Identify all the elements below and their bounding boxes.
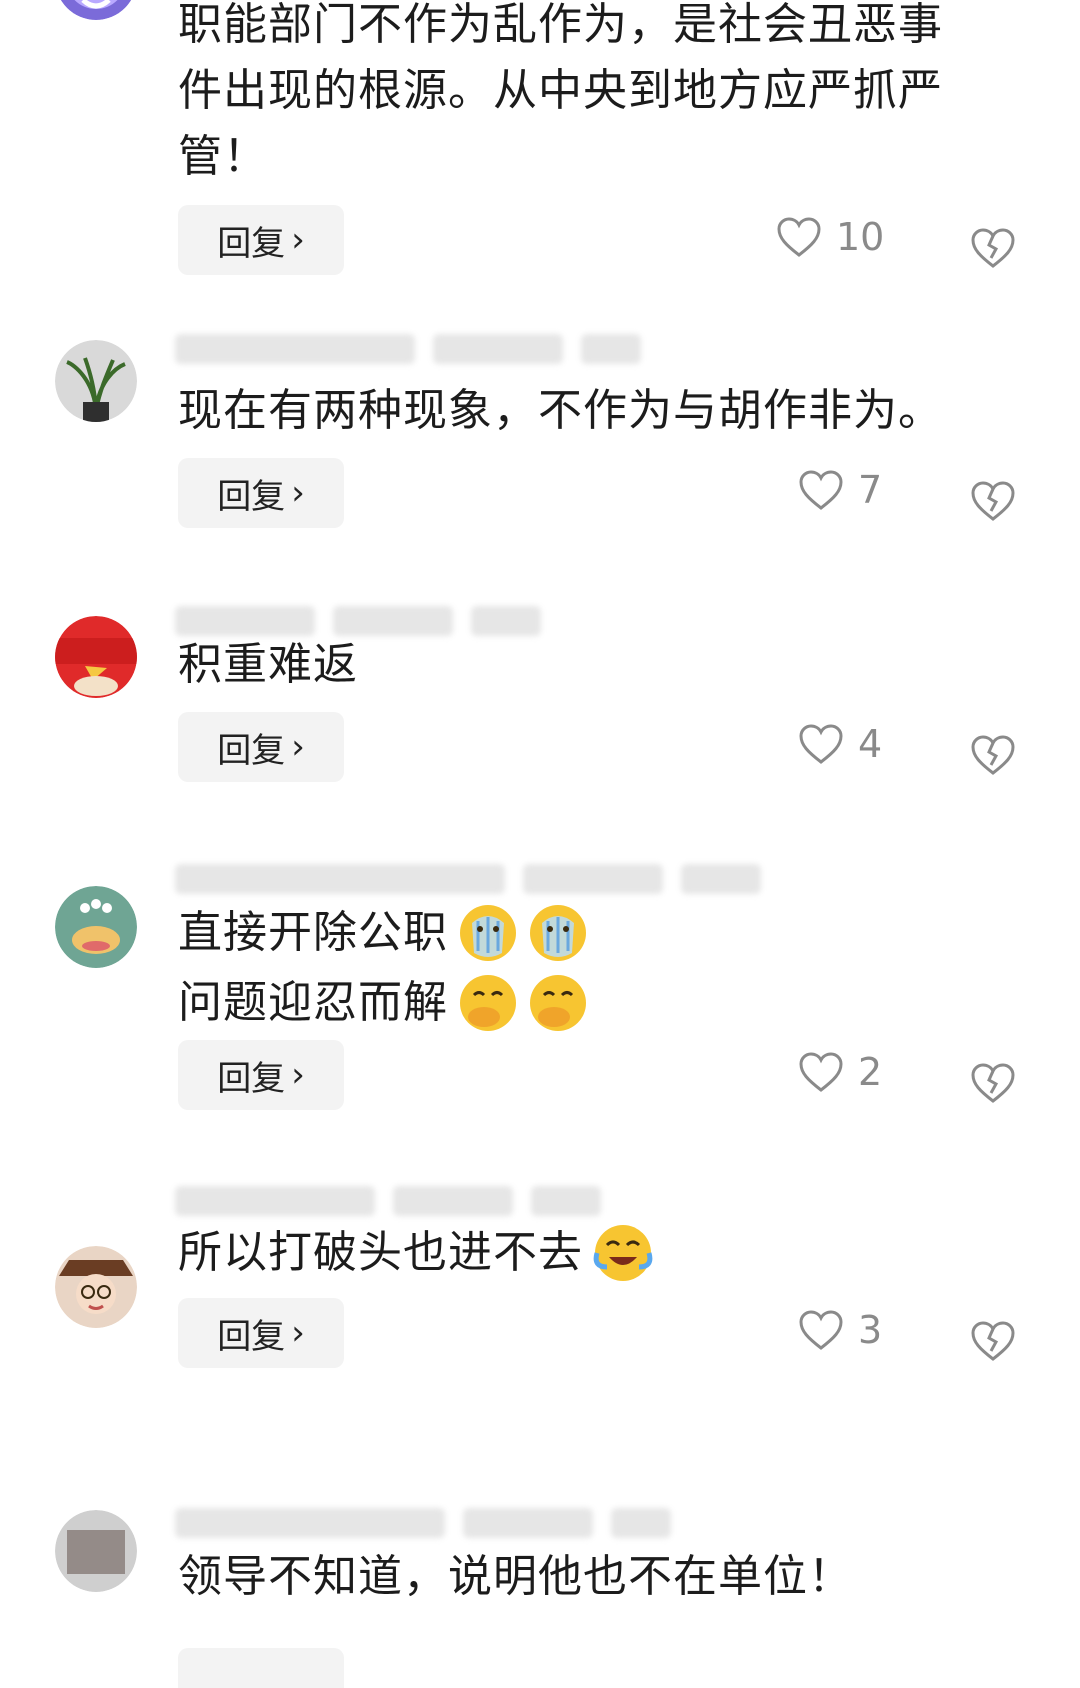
broken-heart-icon[interactable] xyxy=(970,1318,1016,1364)
crying-emoji-icon xyxy=(460,905,516,961)
comment-text-line: 管！ xyxy=(178,131,268,182)
like-count: 4 xyxy=(858,722,883,766)
comment-item: 领导不知道，说明他也不在单位！ xyxy=(0,1500,1080,1688)
user-meta-blurred xyxy=(175,1506,671,1540)
heart-icon xyxy=(799,1052,843,1092)
like-button[interactable]: 3 xyxy=(798,1308,882,1352)
broken-heart-icon[interactable] xyxy=(970,1060,1016,1106)
like-count: 7 xyxy=(858,468,883,512)
chevron-right-icon: › xyxy=(291,1313,305,1353)
reply-label: 回复 xyxy=(217,223,286,264)
purple-avatar-icon[interactable] xyxy=(55,0,137,20)
monster-avatar-icon[interactable] xyxy=(55,886,137,968)
comment-text-line: 直接开除公职 xyxy=(178,902,588,964)
like-button[interactable]: 4 xyxy=(798,722,882,766)
comment-item: 积重难返 回复 › 4 xyxy=(0,600,1080,830)
reply-button[interactable] xyxy=(178,1648,344,1688)
reply-button[interactable]: 回复 › xyxy=(178,712,344,782)
like-count: 3 xyxy=(858,1308,883,1352)
like-count: 10 xyxy=(836,215,885,259)
user-meta-blurred xyxy=(175,1184,601,1218)
broken-heart-icon[interactable] xyxy=(970,225,1016,271)
crying-emoji-icon xyxy=(530,905,586,961)
comment-text-line: 所以打破头也进不去 xyxy=(178,1222,653,1284)
comment-text-line: 领导不知道，说明他也不在单位！ xyxy=(178,1551,853,1602)
reply-label: 回复 xyxy=(217,1058,286,1099)
laughing-crying-emoji-icon xyxy=(593,1225,653,1281)
hand-over-mouth-emoji-icon xyxy=(530,975,586,1031)
heart-icon xyxy=(799,1310,843,1350)
chevron-right-icon: › xyxy=(291,473,305,513)
reply-label: 回复 xyxy=(217,1316,286,1357)
reply-button[interactable]: 回复 › xyxy=(178,1298,344,1368)
reply-button[interactable]: 回复 › xyxy=(178,458,344,528)
comment-text-line: 问题迎忍而解 xyxy=(178,972,588,1034)
comment-item: 直接开除公职 问题迎忍而解 回复 › 2 xyxy=(0,864,1080,1170)
reply-label: 回复 xyxy=(217,476,286,517)
user-meta-blurred xyxy=(175,332,641,366)
heart-icon xyxy=(799,470,843,510)
like-button[interactable]: 10 xyxy=(776,215,884,259)
user-meta-blurred xyxy=(175,862,761,896)
reply-button[interactable]: 回复 › xyxy=(178,1040,344,1110)
chevron-right-icon: › xyxy=(291,220,305,260)
chevron-right-icon: › xyxy=(291,727,305,767)
comment-text-line: 积重难返 xyxy=(178,639,358,690)
comment-item: 现在有两种现象，不作为与胡作非为。 回复 › 7 xyxy=(0,330,1080,560)
reply-button[interactable]: 回复 › xyxy=(178,205,344,275)
girl-avatar-icon[interactable] xyxy=(55,1246,137,1328)
red-bird-avatar-icon[interactable] xyxy=(55,616,137,698)
reply-label: 回复 xyxy=(217,730,286,771)
comment-text: 直接开除公职 xyxy=(178,907,448,958)
like-count: 2 xyxy=(858,1050,883,1094)
blurred-avatar-icon[interactable] xyxy=(55,1510,137,1592)
chevron-right-icon: › xyxy=(291,1055,305,1095)
plant-avatar-icon[interactable] xyxy=(55,340,137,422)
broken-heart-icon[interactable] xyxy=(970,732,1016,778)
hand-over-mouth-emoji-icon xyxy=(460,975,516,1031)
like-button[interactable]: 2 xyxy=(798,1050,882,1094)
comment-text-line: 现在有两种现象，不作为与胡作非为。 xyxy=(178,385,943,436)
heart-icon xyxy=(799,724,843,764)
comment-text-line: 职能部门不作为乱作为，是社会丑恶事 xyxy=(178,0,943,50)
comment-text: 问题迎忍而解 xyxy=(178,977,448,1028)
broken-heart-icon[interactable] xyxy=(970,478,1016,524)
comment-item: 职能部门不作为乱作为，是社会丑恶事 件出现的根源。从中央到地方应严抓严 管！ 回… xyxy=(0,0,1080,290)
comment-text-line: 件出现的根源。从中央到地方应严抓严 xyxy=(178,65,943,116)
comment-text: 所以打破头也进不去 xyxy=(178,1227,583,1278)
heart-icon xyxy=(777,217,821,257)
user-meta-blurred xyxy=(175,604,541,638)
like-button[interactable]: 7 xyxy=(798,468,882,512)
comment-item: 所以打破头也进不去 回复 › 3 xyxy=(0,1186,1080,1460)
